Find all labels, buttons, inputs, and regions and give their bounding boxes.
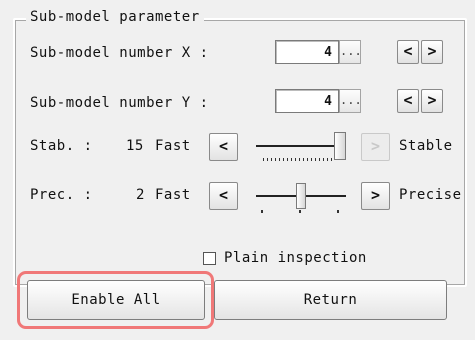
sub-model-y-next-button[interactable]: >	[421, 89, 443, 113]
stab-slider[interactable]	[253, 128, 353, 168]
stab-decrease-button[interactable]: <	[209, 133, 238, 161]
sub-model-x-label: Sub-model number X :	[30, 45, 209, 61]
prec-slider-thumb[interactable]	[296, 183, 306, 209]
stab-slider-track	[256, 145, 346, 147]
group-title: Sub-model parameter	[26, 9, 204, 25]
return-button[interactable]: Return	[214, 280, 447, 320]
sub-model-x-next-button[interactable]: >	[421, 40, 443, 64]
plain-inspection-label: Plain inspection	[224, 250, 367, 266]
sub-model-y-input[interactable]: 4	[275, 89, 339, 113]
stab-stable-label: Stable	[399, 138, 453, 154]
prec-slider[interactable]	[253, 177, 353, 217]
plain-inspection-option[interactable]: Plain inspection	[203, 250, 367, 266]
prec-slider-tick	[261, 210, 263, 213]
stab-value: 15	[126, 138, 144, 154]
sub-model-x-input[interactable]: 4	[275, 40, 339, 64]
sub-model-y-label: Sub-model number Y :	[30, 95, 209, 111]
stab-slider-ticks	[263, 158, 335, 161]
sub-model-y-ellipsis-button[interactable]: ...	[339, 89, 362, 113]
prec-decrease-button[interactable]: <	[209, 182, 238, 210]
prec-precise-label: Precise	[399, 187, 462, 203]
sub-model-y-prev-button[interactable]: <	[397, 89, 419, 113]
enable-all-button[interactable]: Enable All	[27, 280, 205, 320]
prec-increase-button[interactable]: >	[361, 182, 390, 210]
stab-slider-thumb[interactable]	[334, 132, 346, 160]
sub-model-x-ellipsis-button[interactable]: ...	[339, 40, 362, 64]
prec-slider-tick	[337, 210, 339, 213]
prec-label: Prec. :	[30, 187, 93, 203]
prec-fast-label: Fast	[155, 187, 191, 203]
prec-value: 2	[136, 187, 145, 203]
stab-increase-button[interactable]: >	[361, 133, 390, 161]
sub-model-x-prev-button[interactable]: <	[397, 40, 419, 64]
prec-slider-tick	[299, 210, 301, 213]
stab-fast-label: Fast	[155, 138, 191, 154]
plain-inspection-checkbox[interactable]	[203, 251, 216, 265]
stab-label: Stab. :	[30, 138, 93, 154]
